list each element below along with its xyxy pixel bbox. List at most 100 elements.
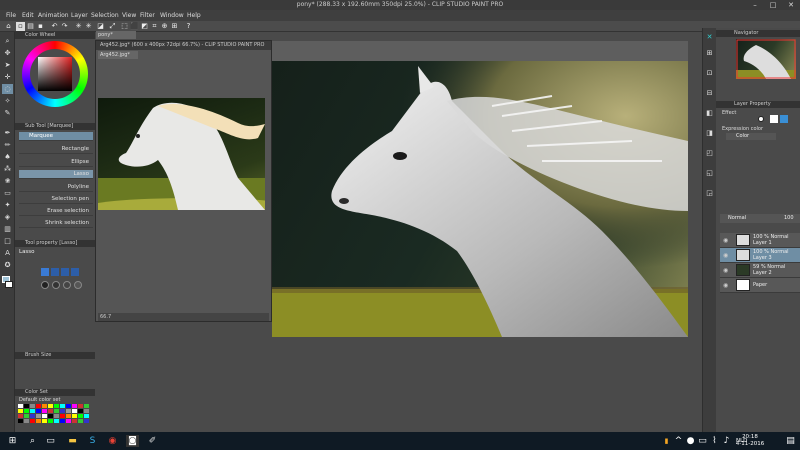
menu-file[interactable]: File — [6, 12, 16, 19]
fill-icon[interactable]: ◪ — [96, 22, 105, 31]
color-swatch[interactable] — [66, 419, 71, 423]
sub-view-icon[interactable]: ◧ — [704, 108, 715, 118]
color-swatch[interactable] — [18, 419, 23, 423]
menu-layer[interactable]: Layer — [71, 12, 88, 19]
color-swatch[interactable] — [48, 409, 53, 413]
menu-animation[interactable]: Animation — [38, 12, 69, 19]
fill-bucket-icon[interactable]: ◈ — [2, 212, 13, 222]
task-view-icon[interactable]: ▭ — [44, 435, 57, 447]
operation-icon[interactable]: ➤ — [2, 60, 13, 70]
eye-icon[interactable]: ◉ — [723, 252, 728, 259]
blend-icon[interactable]: ✦ — [2, 200, 13, 210]
gradient-icon[interactable]: ▥ — [2, 224, 13, 234]
color-swatch[interactable] — [66, 414, 71, 418]
layer-row[interactable]: ◉ 59 % Normal Layer 2 — [720, 263, 800, 278]
color-swatch[interactable] — [60, 414, 65, 418]
menu-view[interactable]: View — [122, 12, 136, 19]
menu-help[interactable]: Help — [187, 12, 201, 19]
color-swatch[interactable] — [24, 419, 29, 423]
navigator-preview[interactable] — [736, 39, 796, 79]
eye-icon[interactable]: ◉ — [723, 237, 728, 244]
move-layer-icon[interactable]: ✛ — [2, 72, 13, 82]
layer-row[interactable]: ◉ 100 % Normal Layer 3 — [720, 248, 800, 263]
help-icon[interactable]: ? — [184, 22, 193, 31]
layer-row[interactable]: ◉ 100 % Normal Layer 1 — [720, 233, 800, 248]
home-icon[interactable]: ⌂ — [4, 22, 13, 31]
save-icon[interactable]: ▪ — [36, 22, 45, 31]
material-icon[interactable]: ◰ — [704, 148, 715, 158]
color-swatch[interactable] — [72, 419, 77, 423]
eraser-icon[interactable]: ▭ — [2, 188, 13, 198]
color-swatch[interactable] — [42, 414, 47, 418]
reference-canvas-tab[interactable]: Arg452.jpg* — [98, 51, 138, 59]
balloon-icon[interactable]: ✪ — [2, 260, 13, 270]
color-swatch[interactable] — [84, 414, 89, 418]
antialias-weak-icon[interactable] — [52, 281, 60, 289]
antialias-strong-icon[interactable] — [74, 281, 82, 289]
color-swatch[interactable] — [36, 404, 41, 408]
history-icon[interactable]: ⊟ — [704, 88, 715, 98]
pen-icon[interactable]: ✒ — [2, 128, 13, 138]
color-set-swatches[interactable] — [18, 404, 89, 426]
eye-icon[interactable]: ◉ — [723, 282, 728, 289]
brush-icon[interactable]: ♠ — [2, 152, 13, 162]
layer-search-icon[interactable]: ⊞ — [704, 48, 715, 58]
new-file-icon[interactable]: ▫ — [16, 22, 25, 31]
color-swatch[interactable] — [84, 409, 89, 413]
close-button[interactable]: ✕ — [782, 0, 800, 10]
color-swatch[interactable] — [72, 409, 77, 413]
saturation-value-square[interactable] — [38, 57, 72, 91]
color-swatch[interactable] — [54, 414, 59, 418]
sub-tool-ellipse[interactable]: Ellipse — [19, 158, 93, 167]
skype-icon[interactable]: S — [86, 435, 99, 447]
sub-tool-erase-selection[interactable]: Erase selection — [19, 207, 93, 216]
color-swatch[interactable] — [78, 414, 83, 418]
action-center-icon[interactable]: ▤ — [784, 435, 797, 447]
color-swatch[interactable] — [42, 419, 47, 423]
sub-tool-rectangle[interactable]: Rectangle — [19, 145, 93, 154]
maximize-button[interactable]: □ — [764, 0, 782, 10]
reference-zoom-value[interactable]: 66.7 — [100, 314, 111, 320]
color-swatch[interactable] — [66, 404, 71, 408]
color-swatch[interactable] — [54, 409, 59, 413]
intersect-selection-icon[interactable] — [71, 268, 79, 276]
animation-timeline-icon[interactable]: ⊡ — [704, 68, 715, 78]
move-icon[interactable]: ✥ — [2, 48, 13, 58]
color-swatch[interactable] — [60, 409, 65, 413]
airbrush-icon[interactable]: ⁂ — [2, 164, 13, 174]
antialias-none-icon[interactable] — [41, 281, 49, 289]
color-swatch[interactable] — [30, 404, 35, 408]
color-swatch[interactable] — [72, 414, 77, 418]
search-icon[interactable]: ⌕ — [26, 435, 39, 447]
color-swatch[interactable] — [66, 409, 71, 413]
clear-outside-icon[interactable]: ✳ — [84, 22, 93, 31]
layer-color-effect-icon[interactable] — [780, 115, 788, 123]
subtract-selection-icon[interactable] — [61, 268, 69, 276]
open-file-icon[interactable]: ▤ — [26, 22, 35, 31]
sub-tool-polyline[interactable]: Polyline — [19, 183, 93, 192]
invert-selection-icon[interactable]: ◩ — [140, 22, 149, 31]
color-swatch[interactable] — [54, 419, 59, 423]
main-canvas-tab[interactable]: pony* — [96, 31, 136, 39]
sub-tool-selection-pen[interactable]: Selection pen — [19, 195, 93, 204]
menu-window[interactable]: Window — [160, 12, 184, 19]
color-swatch[interactable] — [78, 404, 83, 408]
eye-icon[interactable]: ◉ — [723, 267, 728, 274]
antialias-medium-icon[interactable] — [63, 281, 71, 289]
opacity-value[interactable]: 100 — [784, 215, 794, 221]
color-swatch[interactable] — [48, 404, 53, 408]
color-swatch[interactable] — [78, 409, 83, 413]
pencil-icon[interactable]: ✏ — [2, 140, 13, 150]
item-bank-icon[interactable]: ◨ — [704, 128, 715, 138]
menu-selection[interactable]: Selection — [91, 12, 119, 19]
color-set-name[interactable]: Default color set — [19, 397, 60, 403]
zoom-icon[interactable]: ⌕ — [2, 36, 13, 46]
color-swatch[interactable] — [18, 404, 23, 408]
figure-icon[interactable]: □ — [2, 236, 13, 246]
snap-special-icon[interactable]: ⊞ — [170, 22, 179, 31]
color-swatch[interactable] — [36, 414, 41, 418]
border-effect-icon[interactable] — [758, 116, 764, 122]
color-swatch[interactable] — [30, 409, 35, 413]
windows-start-icon[interactable]: ⊞ — [6, 435, 19, 447]
color-swatch[interactable] — [78, 419, 83, 423]
